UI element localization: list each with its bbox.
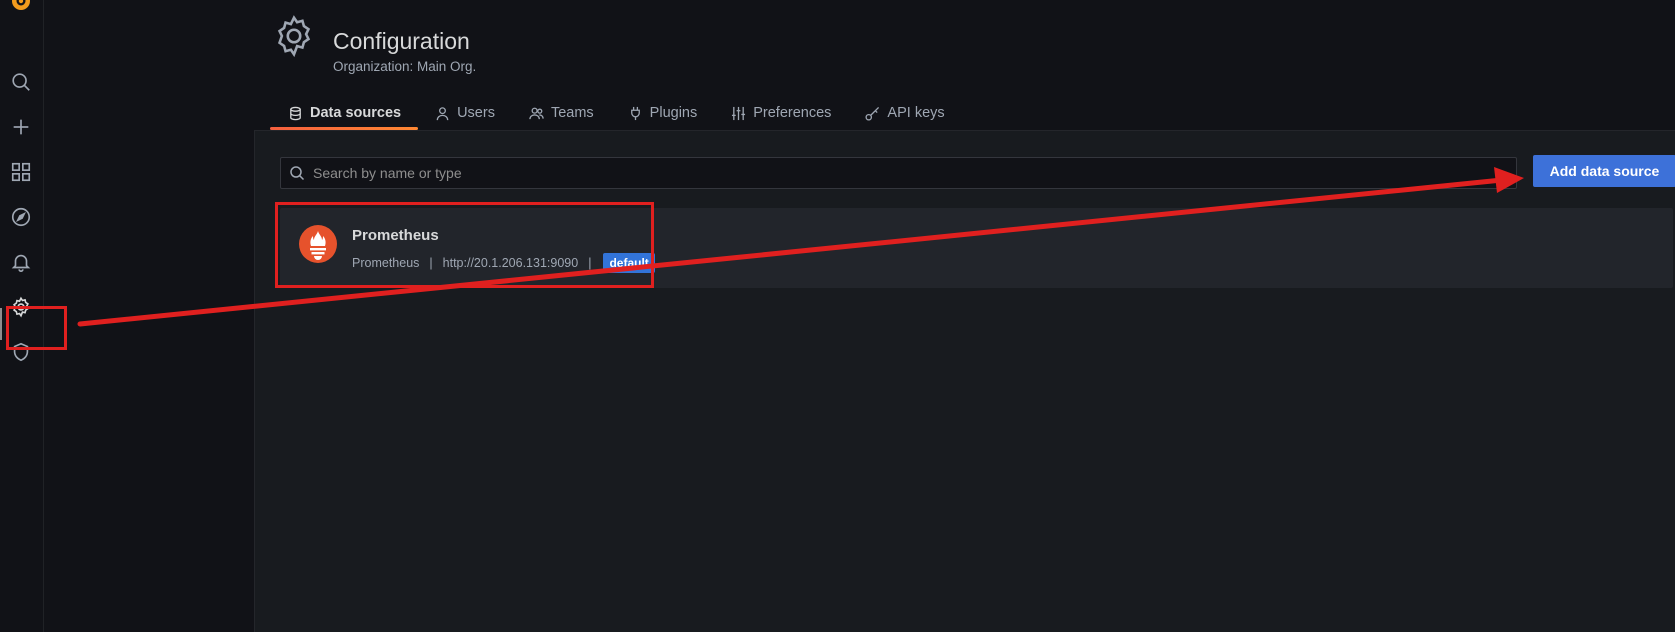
tab-teams[interactable]: Teams — [512, 96, 611, 130]
shield-icon[interactable] — [9, 340, 33, 364]
tab-api-keys[interactable]: API keys — [848, 96, 961, 130]
page-subtitle: Organization: Main Org. — [333, 59, 477, 74]
explore-icon[interactable] — [9, 205, 33, 229]
user-icon — [436, 106, 449, 120]
prometheus-icon — [299, 225, 337, 263]
tab-label: Preferences — [753, 105, 832, 121]
tab-bar: Data sources Users Teams Plugins Prefere… — [270, 96, 962, 130]
gear-icon[interactable] — [9, 295, 33, 319]
tab-label: Data sources — [310, 105, 402, 121]
bell-icon[interactable] — [9, 250, 33, 274]
key-icon — [865, 106, 880, 121]
tab-label: Plugins — [649, 105, 698, 121]
tab-users[interactable]: Users — [418, 96, 512, 130]
plus-icon[interactable] — [9, 115, 33, 139]
datasource-card-prometheus[interactable]: Prometheus Prometheus | http://20.1.206.… — [280, 208, 1673, 288]
search-input[interactable] — [313, 165, 1516, 181]
users-icon — [529, 107, 544, 119]
default-badge: default — [603, 253, 655, 273]
content-panel: Add data source Prometheus Prometheus | … — [254, 130, 1675, 632]
add-data-source-button[interactable]: Add data source — [1533, 155, 1675, 187]
tab-label: Users — [457, 105, 495, 121]
plug-icon — [630, 106, 640, 120]
separator: | — [588, 256, 592, 270]
database-icon — [290, 106, 301, 120]
datasource-type: Prometheus — [352, 256, 420, 270]
tab-data-sources[interactable]: Data sources — [270, 96, 419, 130]
sliders-icon — [732, 106, 746, 120]
dashboards-icon[interactable] — [9, 160, 33, 184]
datasource-name: Prometheus — [352, 227, 439, 244]
page-title: Configuration — [333, 28, 470, 54]
datasource-meta: Prometheus | http://20.1.206.131:9090 | … — [352, 253, 655, 273]
search-box[interactable] — [280, 157, 1517, 189]
gear-icon — [277, 15, 311, 58]
tab-plugins[interactable]: Plugins — [611, 96, 715, 130]
search-icon[interactable] — [9, 70, 33, 94]
tab-label: API keys — [887, 105, 945, 121]
nav-active-indicator — [0, 308, 2, 340]
separator: | — [429, 256, 433, 270]
search-icon — [290, 166, 305, 181]
datasource-url: http://20.1.206.131:9090 — [442, 256, 579, 270]
tab-label: Teams — [550, 105, 594, 121]
side-menu — [0, 0, 44, 632]
grafana-logo-icon[interactable] — [10, 0, 32, 12]
tab-preferences[interactable]: Preferences — [714, 96, 848, 130]
